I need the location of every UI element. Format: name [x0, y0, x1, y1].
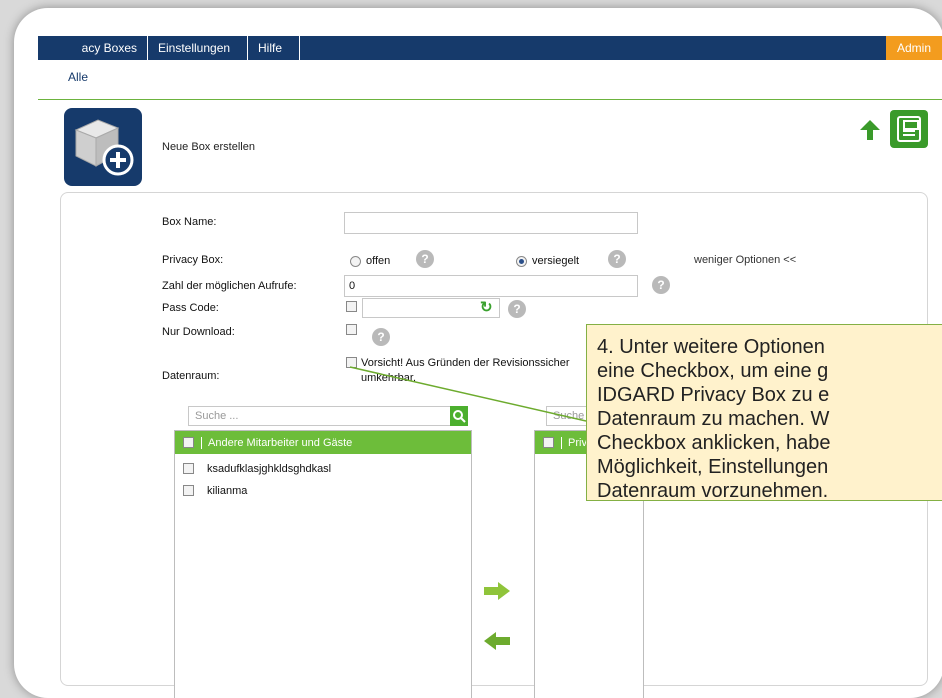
screenshot-frame: acy Boxes Einstellungen Hilfe Admin Alle… [14, 8, 942, 698]
tutorial-tooltip: 4. Unter weitere Optionen eine Checkbox,… [586, 324, 942, 501]
